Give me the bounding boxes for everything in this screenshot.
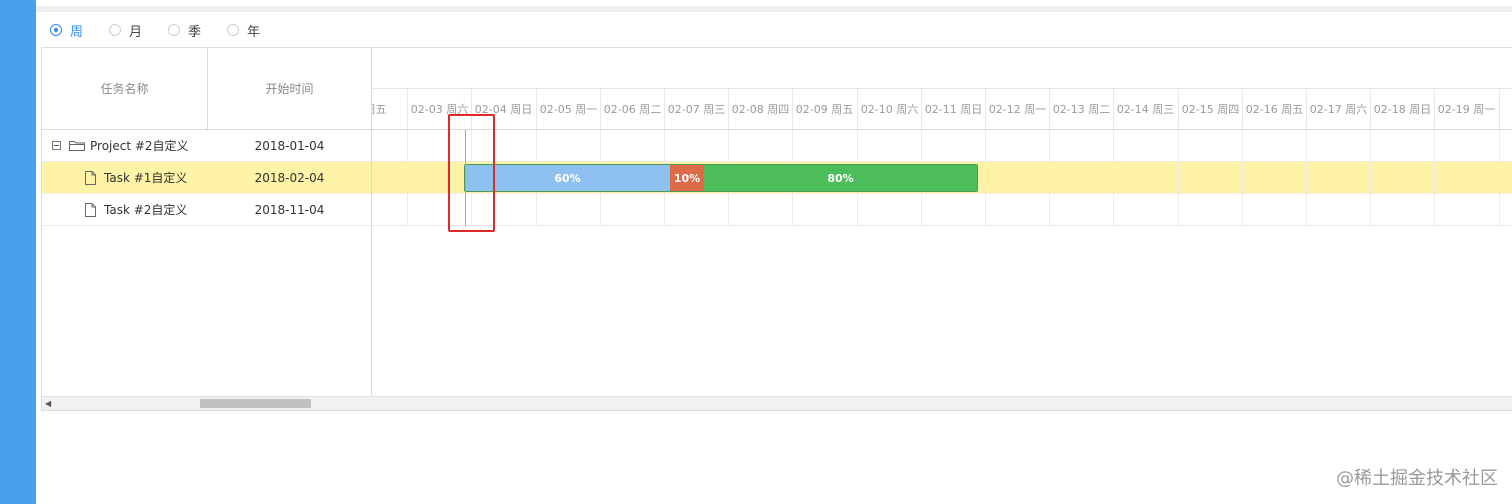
horizontal-scrollbar[interactable]: ◀ [42,396,1512,410]
timeline-grid-line [1306,130,1307,226]
timeline-grid-line [985,130,986,226]
timeline-day-cell: 02-17 周六 [1306,89,1370,129]
timeline-grid-line [1049,130,1050,226]
timeline-day-cell: 02-16 周五 [1242,89,1306,129]
watermark: @稀土掘金技术社区 [1336,468,1498,489]
grid-row-project[interactable]: Project #2自定义 2018-01-04 [42,130,371,162]
task-name: Task #2自定义 [104,203,188,217]
column-header-task-name[interactable]: 任务名称 [42,48,208,129]
timeline-day-cell: 02-09 周五 [792,89,856,129]
start-date-cell: 2018-01-04 [254,138,325,153]
scroll-left-arrow-icon[interactable]: ◀ [45,399,51,408]
timeline-day-cell: 02-07 周三 [664,89,728,129]
timeline-grid-line [407,130,408,226]
start-date-cell: 2018-02-04 [254,170,325,185]
scale-option-label: 周 [70,24,84,40]
grid-row-task-1[interactable]: Task #1自定义 2018-02-04 [42,162,371,194]
timeline-day-cell: 02-10 周六 [857,89,921,129]
file-icon [85,170,96,185]
radio-icon [227,24,240,36]
timeline-row [372,194,1512,226]
grid-header: 任务名称 开始时间 [42,48,371,130]
gantt-chart: 任务名称 开始时间 Project #2自定义 2018-01-04 Task [41,47,1512,411]
file-icon [85,202,96,217]
radio-icon [50,24,62,36]
task-name: Project #2自定义 [90,139,189,153]
timeline-day-cell: 02-05 周一 [536,89,600,129]
folder-icon [69,141,85,151]
task-grid: 任务名称 开始时间 Project #2自定义 2018-01-04 Task [42,48,372,396]
scrollbar-thumb[interactable] [200,399,311,408]
timeline-day-cell: 02-14 周三 [1113,89,1177,129]
timeline-scale-top [372,48,1512,89]
timeline-day-cell: 周五 [372,89,407,129]
timeline-day-scale: 周五02-03 周六02-04 周日02-05 周一02-06 周二02-07 … [372,89,1512,130]
task-name-cell: Project #2自定义 [52,130,189,161]
timeline-area: 周五02-03 周六02-04 周日02-05 周一02-06 周二02-07 … [372,48,1512,396]
annotation-highlight-box [448,114,495,232]
timeline-day-cell: 02-13 周二 [1049,89,1113,129]
top-strip [36,0,1512,14]
timeline-day-cell: 02-19 周一 [1434,89,1498,129]
timeline-day-cell: 02-08 周四 [728,89,792,129]
side-panel [0,0,36,504]
timeline-day-cell: 02-15 周四 [1178,89,1242,129]
task-name-cell: Task #1自定义 [85,162,187,193]
timeline-day-cell: 02- [1499,89,1512,129]
timeline-grid-line [1434,130,1435,226]
radio-icon [168,24,181,36]
scale-option-label: 季 [188,24,202,40]
scale-option-month[interactable]: 月 [109,21,142,40]
timeline-grid-line [1178,130,1179,226]
column-header-start-time[interactable]: 开始时间 [208,48,371,129]
timeline-grid-line [1499,130,1500,226]
task-bar-segment-1: 60% [465,165,670,191]
task-bar[interactable]: 60% 10% 80% [464,164,978,192]
timeline-grid-line [1113,130,1114,226]
start-date-cell: 2018-11-04 [254,202,325,217]
timeline-grid-line [1370,130,1371,226]
task-bar-segment-3: 80% [704,165,977,191]
radio-icon [109,24,122,36]
scale-selector: 周 月 季 年 [36,14,1512,46]
scale-option-label: 年 [247,24,261,40]
collapse-icon[interactable] [52,141,61,150]
task-name: Task #1自定义 [104,171,188,185]
timeline-grid-line [1242,130,1243,226]
scale-option-week[interactable]: 周 [50,21,83,40]
timeline-day-cell: 02-12 周一 [985,89,1049,129]
scale-option-year[interactable]: 年 [227,21,260,40]
task-bar-segment-2: 10% [670,165,704,191]
grid-row-task-2[interactable]: Task #2自定义 2018-11-04 [42,194,371,226]
timeline-day-cell: 02-11 周日 [921,89,985,129]
timeline-row [372,130,1512,162]
timeline-day-cell: 02-06 周二 [600,89,664,129]
scale-option-quarter[interactable]: 季 [168,21,201,40]
timeline-day-cell: 02-18 周日 [1370,89,1434,129]
scale-option-label: 月 [129,24,143,40]
task-name-cell: Task #2自定义 [85,194,187,225]
